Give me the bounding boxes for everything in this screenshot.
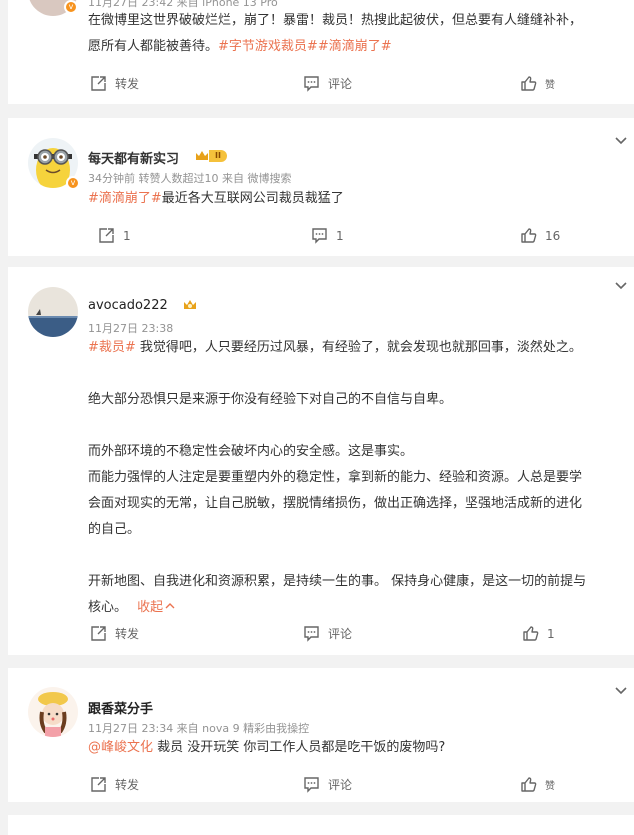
like-button[interactable]: 赞 bbox=[520, 776, 555, 793]
post-text-plain: 裁员 没开玩笑 你司工作人员都是吃干饭的废物吗? bbox=[153, 740, 446, 755]
repost-button[interactable]: 转发 bbox=[90, 625, 139, 642]
paragraph-4-line-2: 会面对现实的无常，让自己脱敏，摆脱情绪损伤，做出正确选择，坚强地活成新的进化 bbox=[88, 496, 583, 511]
comment-label: 评论 bbox=[328, 627, 353, 641]
chevron-down-icon[interactable] bbox=[614, 684, 628, 698]
mention-link[interactable]: @峰峻文化 bbox=[88, 740, 153, 755]
crown-icon bbox=[196, 151, 208, 160]
paragraph-2: 绝大部分恐惧只是来源于你没有经验下对自己的不自信与自卑。 bbox=[88, 392, 453, 407]
repost-label: 转发 bbox=[115, 77, 140, 91]
post-meta: 34分钟前 转赞人数超过10 来自 微博搜索 bbox=[88, 172, 292, 185]
repost-icon bbox=[91, 626, 106, 641]
thumbs-up-icon bbox=[521, 76, 537, 91]
level-label: II bbox=[209, 150, 227, 162]
comment-count: 1 bbox=[336, 228, 344, 243]
verified-badge: v bbox=[64, 0, 78, 14]
action-bar: 转发 评论 1 bbox=[8, 625, 634, 645]
cartoon-girl-avatar-image bbox=[28, 687, 78, 737]
post-text: @峰峻文化 裁员 没开玩笑 你司工作人员都是吃干饭的废物吗? bbox=[88, 735, 624, 761]
comment-button[interactable]: 评论 bbox=[303, 776, 352, 793]
like-button[interactable]: 1 bbox=[522, 625, 555, 642]
hashtag-link[interactable]: #滴滴崩了# bbox=[88, 191, 162, 206]
like-label: 赞 bbox=[545, 80, 555, 91]
chevron-down-icon[interactable] bbox=[614, 134, 628, 148]
sea-avatar-image bbox=[28, 287, 78, 337]
comment-label: 评论 bbox=[328, 778, 353, 792]
comment-icon bbox=[304, 76, 319, 92]
comment-icon bbox=[312, 228, 327, 244]
crown-icon bbox=[184, 300, 196, 309]
repost-count: 1 bbox=[123, 228, 131, 243]
repost-button[interactable]: 转发 bbox=[90, 776, 139, 793]
collapse-link[interactable]: 收起 bbox=[137, 600, 175, 615]
avatar[interactable] bbox=[28, 287, 78, 337]
thumbs-up-icon bbox=[523, 626, 539, 641]
comment-button[interactable]: 评论 bbox=[303, 75, 352, 92]
post-text: #裁员# 我觉得吧，人只要经历过风暴，有经验了，就会发现也就那回事，淡然处之。 … bbox=[88, 335, 624, 621]
post-meta: 11月27日 23:34 来自 nova 9 精彩由我操控 bbox=[88, 722, 310, 735]
user-name[interactable]: 每天都有新实习 bbox=[88, 148, 179, 167]
member-level-badge: II bbox=[195, 149, 227, 163]
post-card: avocado222 11月27日 23:38 #裁员# 我觉得吧，人只要经历过… bbox=[8, 267, 634, 655]
repost-icon bbox=[91, 777, 106, 792]
post-card bbox=[8, 815, 634, 835]
post-card: v 每天都有新实习 II 34分钟前 转赞人数超过10 来自 微博搜索 #滴滴崩… bbox=[8, 118, 634, 256]
verified-badge: v bbox=[66, 176, 80, 190]
action-bar: 1 1 16 bbox=[8, 227, 634, 247]
post-text-plain: 最近各大互联网公司裁员裁猛了 bbox=[161, 191, 344, 206]
like-button[interactable]: 16 bbox=[520, 227, 560, 244]
user-name[interactable]: avocado222 bbox=[88, 298, 168, 313]
hashtag-link[interactable]: #滴滴崩了# bbox=[318, 39, 392, 54]
post-text: 在微博里这世界破破烂烂，崩了！暴雷！裁员！热搜此起彼伏，但总要有人缝缝补补， 愿… bbox=[88, 8, 624, 60]
post-card: 跟香菜分手 11月27日 23:34 来自 nova 9 精彩由我操控 @峰峻文… bbox=[8, 668, 634, 802]
paragraph-1: 我觉得吧，人只要经历过风暴，有经验了，就会发现也就那回事，淡然处之。 bbox=[135, 340, 582, 355]
paragraph-4-line-3: 的自己。 bbox=[88, 522, 141, 537]
post-card: v 11月27日 23:42 来自 iPhone 13 Pro 在微博里这世界破… bbox=[8, 0, 634, 104]
repost-button[interactable]: 转发 bbox=[90, 75, 139, 92]
comment-icon bbox=[304, 626, 319, 642]
like-count: 16 bbox=[545, 228, 561, 243]
post-text-plain: 在微博里这世界破破烂烂，崩了！暴雷！裁员！热搜此起彼伏，但总要有人缝缝补补， bbox=[88, 13, 583, 28]
repost-icon bbox=[91, 76, 106, 91]
action-bar: 转发 评论 赞 bbox=[8, 776, 634, 796]
repost-label: 转发 bbox=[115, 627, 140, 641]
post-text: #滴滴崩了#最近各大互联网公司裁员裁猛了 bbox=[88, 186, 624, 212]
user-name[interactable]: 跟香菜分手 bbox=[88, 698, 153, 717]
paragraph-4-line-1: 而能力强悍的人注定是要重塑内外的稳定性，拿到新的能力、经验和资源。人总是要学 bbox=[88, 470, 583, 485]
comment-label: 评论 bbox=[328, 77, 353, 91]
chevron-up-icon bbox=[165, 603, 175, 609]
comment-button[interactable]: 评论 bbox=[303, 625, 352, 642]
like-label: 赞 bbox=[545, 781, 555, 792]
chevron-down-icon[interactable] bbox=[614, 279, 628, 293]
comment-icon bbox=[304, 777, 319, 793]
repost-button[interactable]: 1 bbox=[98, 227, 131, 244]
repost-label: 转发 bbox=[115, 778, 140, 792]
paragraph-5-line-2: 核心。 bbox=[88, 600, 128, 615]
thumbs-up-icon bbox=[521, 777, 537, 792]
like-count: 1 bbox=[547, 626, 555, 641]
action-bar: 转发 评论 赞 bbox=[8, 75, 634, 95]
post-meta: 11月27日 23:38 bbox=[88, 322, 174, 335]
collapse-label: 收起 bbox=[137, 600, 164, 615]
paragraph-3: 而外部环境的不稳定性会破坏内心的安全感。这是事实。 bbox=[88, 444, 414, 459]
repost-icon bbox=[99, 228, 114, 243]
thumbs-up-icon bbox=[521, 228, 537, 243]
like-button[interactable]: 赞 bbox=[520, 75, 555, 92]
avatar[interactable] bbox=[28, 687, 78, 737]
hashtag-link[interactable]: #字节游戏裁员# bbox=[218, 39, 318, 54]
comment-button[interactable]: 1 bbox=[311, 227, 344, 244]
post-text-line2: 愿所有人都能被善待。 bbox=[88, 39, 219, 54]
paragraph-5-line-1: 开新地图、自我进化和资源积累，是持续一生的事。 保持身心健康，是这一切的前提与 bbox=[88, 574, 587, 589]
hashtag-link[interactable]: #裁员# bbox=[88, 340, 136, 355]
